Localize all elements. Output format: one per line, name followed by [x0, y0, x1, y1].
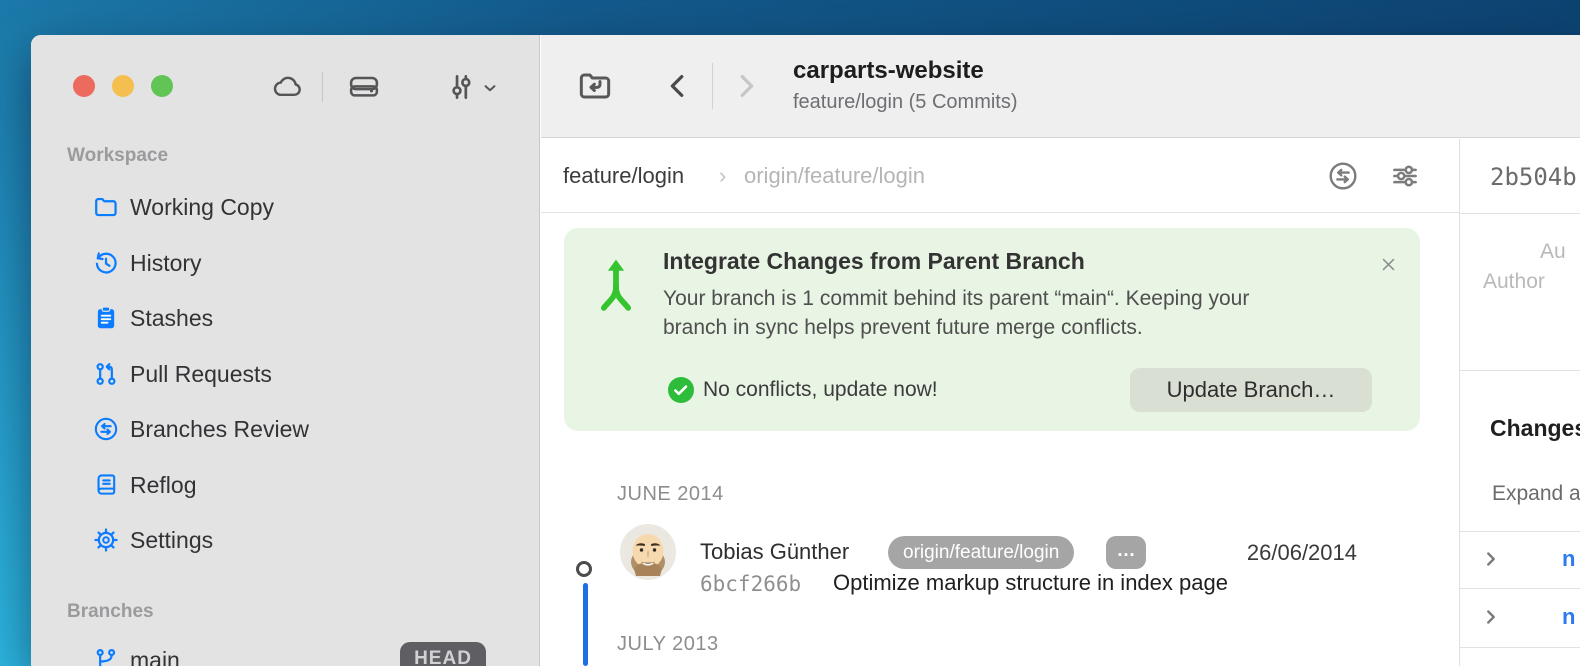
- update-branch-button[interactable]: Update Branch…: [1130, 368, 1372, 412]
- avatar[interactable]: [620, 524, 676, 580]
- detail-commit-hash: 2b504b: [1490, 163, 1577, 191]
- back-button[interactable]: [663, 71, 693, 101]
- close-window-button[interactable]: [73, 75, 95, 97]
- sidebar-item-working-copy[interactable]: Working Copy: [31, 187, 540, 227]
- chevron-right-icon[interactable]: [1480, 548, 1502, 570]
- banner-status-text: No conflicts, update now!: [703, 378, 938, 402]
- desktop-background: Workspace Working Copy: [0, 0, 1580, 666]
- commit-hash: 6bcf266b: [700, 572, 801, 596]
- branch-breadcrumb-bar: feature/login › origin/feature/login: [541, 139, 1459, 213]
- nav-divider: [712, 63, 713, 109]
- history-icon: [92, 249, 120, 277]
- sidebar-item-pull-requests[interactable]: Pull Requests: [31, 354, 540, 394]
- commit-message[interactable]: Optimize markup structure in index page: [833, 570, 1228, 596]
- merge-branch-icon: [592, 243, 640, 331]
- expand-all-link[interactable]: Expand all: [1492, 482, 1580, 506]
- main-toolbar: carparts-website feature/login (5 Commit…: [541, 35, 1580, 138]
- breadcrumb-remote-branch[interactable]: origin/feature/login: [744, 163, 925, 189]
- chevron-right-icon[interactable]: [1480, 606, 1502, 628]
- sidebar-item-label: Settings: [130, 527, 213, 554]
- filter-options-icon[interactable]: [1388, 159, 1422, 193]
- sidebar-item-label: Branches Review: [130, 416, 309, 443]
- commit-author: Tobias Günther: [700, 539, 849, 565]
- detail-author-label: Author: [1483, 270, 1545, 294]
- timeline-commit-node[interactable]: [576, 561, 592, 577]
- head-badge: HEAD: [400, 642, 486, 666]
- repo-title: carparts-website: [793, 57, 984, 85]
- pull-request-icon: [92, 360, 120, 388]
- changed-file-name[interactable]: n: [1562, 604, 1575, 630]
- commit-month-header: JUNE 2014: [617, 483, 724, 506]
- toolbar-divider: [322, 72, 323, 102]
- divider: [1460, 531, 1580, 532]
- branch-ref-badge[interactable]: origin/feature/login: [888, 536, 1074, 569]
- commit-detail-panel: 2b504b Au Author Changes Expand all n n: [1460, 139, 1580, 666]
- cloud-icon[interactable]: [270, 70, 304, 104]
- sidebar-item-branches-review[interactable]: Branches Review: [31, 409, 540, 449]
- detail-meta-label: Au: [1540, 240, 1566, 264]
- stashes-icon: [92, 304, 120, 332]
- minimize-window-button[interactable]: [112, 75, 134, 97]
- reflog-icon: [92, 471, 120, 499]
- branches-section-header: Branches: [67, 601, 154, 623]
- history-pane: feature/login › origin/feature/login: [541, 139, 1580, 666]
- changed-file-name[interactable]: n: [1562, 546, 1575, 572]
- breadcrumb-current-branch[interactable]: feature/login: [563, 163, 684, 189]
- zoom-window-button[interactable]: [151, 75, 173, 97]
- sidebar-item-label: History: [130, 250, 202, 277]
- sidebar: Workspace Working Copy: [31, 35, 540, 666]
- drive-icon[interactable]: [346, 69, 382, 105]
- breadcrumb-separator: ›: [719, 163, 726, 189]
- close-icon[interactable]: [1380, 256, 1397, 273]
- banner-body: Your branch is 1 commit behind its paren…: [663, 285, 1319, 342]
- divider: [1460, 647, 1580, 648]
- sliders-icon[interactable]: [444, 70, 478, 104]
- folder-icon: [92, 193, 120, 221]
- commit-month-header: JULY 2013: [617, 633, 719, 656]
- window-controls: [73, 75, 173, 97]
- sidebar-item-label: Reflog: [130, 472, 196, 499]
- sidebar-item-history[interactable]: History: [31, 243, 540, 283]
- settings-gear-icon: [92, 526, 120, 554]
- sidebar-item-label: Stashes: [130, 305, 213, 332]
- sidebar-item-label: Pull Requests: [130, 361, 272, 388]
- sidebar-item-reflog[interactable]: Reflog: [31, 465, 540, 505]
- app-window: Workspace Working Copy: [31, 35, 1580, 666]
- repo-overview-icon[interactable]: [575, 66, 615, 106]
- repo-subtitle: feature/login (5 Commits): [793, 91, 1018, 114]
- branch-name-label: main: [130, 647, 180, 666]
- chevron-down-icon[interactable]: [481, 79, 499, 97]
- divider: [1460, 213, 1580, 214]
- integrate-changes-banner: Integrate Changes from Parent Branch You…: [564, 228, 1420, 431]
- timeline-branch-line: [583, 583, 588, 666]
- commit-date: 26/06/2014: [1242, 540, 1357, 566]
- forward-button[interactable]: [731, 71, 761, 101]
- workspace-section-header: Workspace: [67, 145, 168, 167]
- compare-branches-icon[interactable]: [1326, 159, 1360, 193]
- branches-review-icon: [92, 415, 120, 443]
- changes-header: Changes: [1490, 415, 1580, 442]
- sidebar-item-settings[interactable]: Settings: [31, 520, 540, 560]
- sidebar-item-label: Working Copy: [130, 194, 274, 221]
- git-branch-icon: [92, 646, 120, 666]
- divider: [1460, 370, 1580, 371]
- banner-title: Integrate Changes from Parent Branch: [663, 248, 1085, 275]
- more-refs-badge[interactable]: …: [1106, 536, 1146, 569]
- sidebar-item-stashes[interactable]: Stashes: [31, 298, 540, 338]
- divider: [1460, 588, 1580, 589]
- check-circle-icon: [668, 377, 694, 403]
